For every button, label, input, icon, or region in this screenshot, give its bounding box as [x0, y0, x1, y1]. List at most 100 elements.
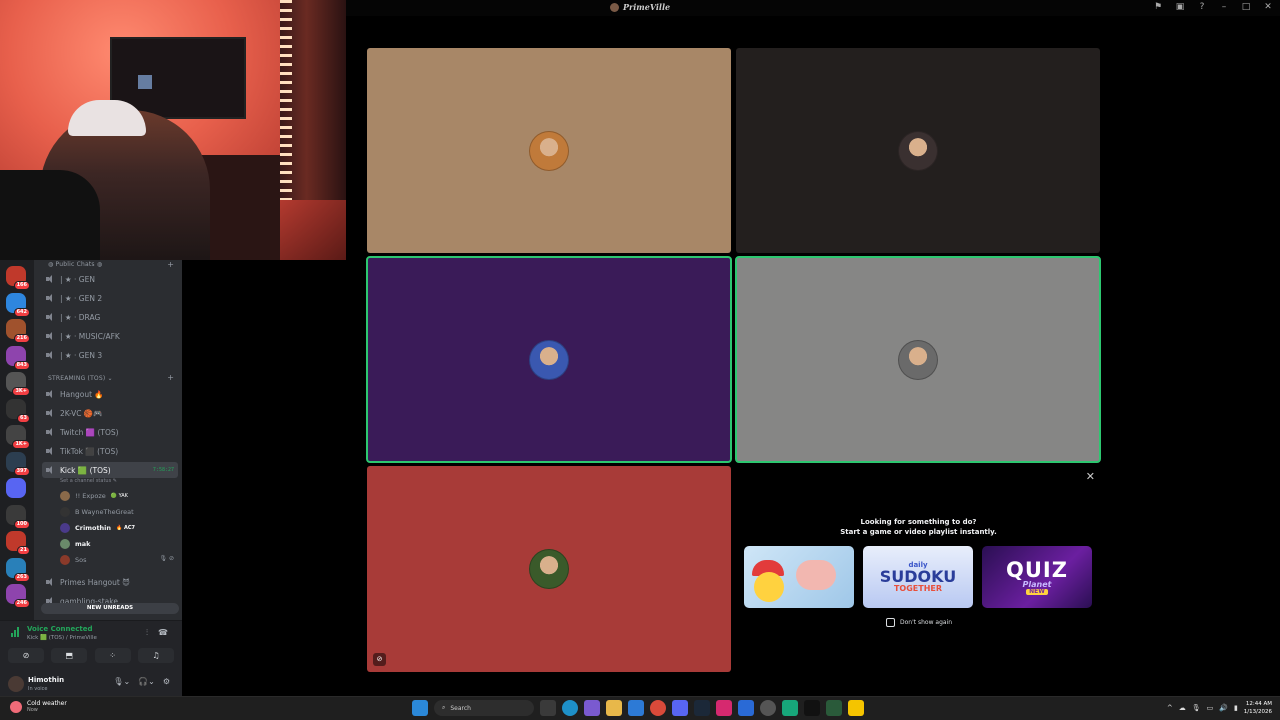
mic-tray-icon[interactable]: 🎙 [1192, 704, 1201, 712]
video-off-button[interactable]: ⊘ [8, 648, 44, 663]
server-icon[interactable]: 21 [6, 531, 30, 555]
server-icon[interactable]: 246 [6, 584, 30, 608]
voice-channel[interactable]: | ★ · DRAG [42, 309, 178, 325]
signal-icon[interactable] [11, 627, 21, 637]
voice-channel[interactable]: TikTok ⬛ (TOS) [42, 443, 178, 459]
battery-icon[interactable]: ▮ [1234, 704, 1238, 712]
noise-suppression-icon[interactable]: ⫶ [146, 628, 148, 638]
new-unreads-pill[interactable]: NEW UNREADS [41, 603, 179, 614]
disconnect-icon[interactable]: ☎ [158, 628, 168, 638]
voice-channel[interactable]: Primes Hangout 😈 [42, 574, 178, 590]
copilot-icon[interactable] [584, 700, 600, 716]
add-channel-icon[interactable]: + [167, 260, 174, 269]
help-icon[interactable]: ? [1196, 2, 1208, 12]
weather-icon [10, 700, 22, 713]
discord-icon[interactable] [672, 700, 688, 716]
battlenet-icon[interactable] [738, 700, 754, 716]
display-icon[interactable]: ▭ [1207, 704, 1214, 712]
voice-channel[interactable]: | ★ · GEN [42, 271, 178, 287]
dont-show-again[interactable]: Don't show again [886, 618, 952, 627]
voice-channel[interactable]: | ★ · MUSIC/AFK [42, 328, 178, 344]
weather-widget[interactable]: Cold weather Now [10, 700, 67, 713]
avatar [60, 491, 70, 501]
tiktok-icon[interactable] [804, 700, 820, 716]
category-public[interactable]: ◍ Public Chats ◍ [48, 261, 102, 268]
gear-icon[interactable]: ⚙ [163, 677, 170, 686]
server-icon[interactable]: 100 [6, 504, 30, 529]
inbox-icon[interactable]: ▣ [1174, 2, 1186, 12]
chick-icon [754, 572, 784, 602]
activity-heading: Looking for something to do? [860, 518, 977, 526]
activity-card-chicken[interactable] [744, 546, 854, 608]
server-icon[interactable]: 263 [6, 557, 30, 582]
minimize-icon[interactable]: – [1218, 2, 1230, 12]
steam-icon[interactable] [694, 700, 710, 716]
microphone-icon[interactable]: 🎙⌄ [113, 677, 130, 686]
participant-tile[interactable] [735, 256, 1101, 463]
voice-channel[interactable]: Hangout 🔥 [42, 386, 178, 402]
system-tray: ^ ☁ 🎙 ▭ 🔊 ▮ 12:44 AM 1/13/2026 [1167, 700, 1272, 716]
voice-channel[interactable]: | ★ · GEN 3 [42, 347, 178, 363]
voice-channel[interactable]: Twitch 🟪 (TOS) [42, 424, 178, 440]
participant-tile[interactable] [736, 48, 1100, 253]
voice-channel[interactable]: 2K-VC 🏀🎮 [42, 405, 178, 421]
server-icon[interactable]: 642 [6, 292, 30, 317]
sticky-notes-icon[interactable] [848, 700, 864, 716]
chrome-icon[interactable] [650, 700, 666, 716]
close-icon[interactable]: ✕ [1086, 470, 1095, 483]
voice-channel[interactable]: | ★ · GEN 2 [42, 290, 178, 306]
channel-label: | ★ · DRAG [60, 312, 101, 322]
soundboard-button[interactable]: ♫ [137, 648, 174, 663]
headphones-icon[interactable]: 🎧⌄ [138, 677, 155, 686]
network-icon[interactable]: ☁ [1179, 704, 1186, 712]
participant-tile[interactable] [367, 48, 731, 253]
server-icon[interactable] [6, 478, 26, 498]
clock[interactable]: 12:44 AM 1/13/2026 [1244, 700, 1272, 716]
voice-member[interactable]: Crimothin 🔥 AC7 [60, 521, 135, 535]
server-icon[interactable]: 166 [6, 266, 30, 290]
instagram-icon[interactable] [716, 700, 732, 716]
voice-location[interactable]: Kick 🟩 (TOS) / PrimeVille [27, 635, 97, 641]
volume-icon[interactable]: 🔊 [1219, 704, 1228, 712]
voice-member[interactable]: B WayneTheGreat [60, 505, 134, 519]
flag-icon[interactable]: ⚑ [1152, 2, 1164, 12]
voice-member[interactable]: mak [60, 537, 90, 551]
close-icon[interactable]: ✕ [1262, 2, 1274, 12]
activity-card-quiz[interactable]: QUIZ Planet NEW [982, 546, 1092, 608]
speaker-icon [46, 447, 54, 455]
participant-tile[interactable]: ⊘ [367, 466, 731, 672]
avatar[interactable] [8, 676, 24, 692]
settings-icon[interactable] [760, 700, 776, 716]
app-icon[interactable] [782, 700, 798, 716]
store-icon[interactable] [628, 700, 644, 716]
checkbox[interactable] [886, 618, 895, 627]
voice-member[interactable]: !! Expoze 🟢 YAK [60, 489, 128, 503]
chevron-up-icon[interactable]: ^ [1167, 704, 1173, 712]
server-icon[interactable]: 843 [6, 345, 30, 370]
search-icon: ⌕ [442, 704, 446, 711]
title-bar-icons: ⚑ ▣ ? – □ ✕ [1152, 2, 1274, 12]
task-view-icon[interactable] [540, 700, 556, 716]
xbox-icon[interactable] [826, 700, 842, 716]
maximize-icon[interactable]: □ [1240, 2, 1252, 12]
participant-tile[interactable] [366, 256, 732, 463]
channel-label: | ★ · MUSIC/AFK [60, 331, 120, 341]
add-channel-icon[interactable]: + [167, 373, 174, 382]
channel-kick[interactable]: Kick 🟩 (TOS) 7:58:27 [42, 462, 178, 478]
taskbar: Cold weather Now ⌕ Search ^ ☁ 🎙 ▭ 🔊 ▮ 12… [0, 696, 1280, 720]
start-icon[interactable] [412, 700, 428, 716]
server-icon[interactable]: 63 [6, 398, 30, 423]
file-explorer-icon[interactable] [606, 700, 622, 716]
search-box[interactable]: ⌕ Search [434, 700, 534, 716]
voice-member[interactable]: Sos [60, 553, 87, 567]
edge-icon[interactable] [562, 700, 578, 716]
server-icon[interactable]: 216 [6, 319, 30, 343]
screen-share-button[interactable]: ⬒ [51, 648, 88, 663]
category-streaming[interactable]: STREAMING (TOS) ⌄ [48, 375, 113, 382]
activities-button[interactable]: ⁘ [94, 648, 131, 663]
server-icon[interactable]: 397 [6, 451, 30, 476]
channel-status[interactable]: Set a channel status ✎ [60, 478, 117, 484]
activity-card-sudoku[interactable]: daily SUDOKU TOGETHER [863, 546, 973, 608]
server-icon[interactable]: 1K+ [6, 425, 30, 449]
server-icon[interactable]: 3K+ [6, 372, 30, 396]
